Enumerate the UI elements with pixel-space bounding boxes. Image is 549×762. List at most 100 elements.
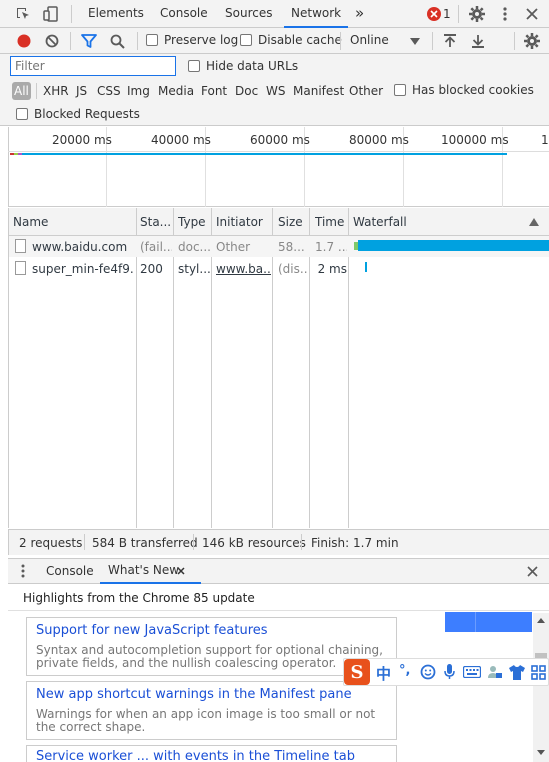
filter-type-img[interactable]: Img <box>127 84 150 98</box>
kebab-menu-icon[interactable] <box>497 5 513 23</box>
overview-request-bar <box>10 153 507 155</box>
user-skin-icon[interactable] <box>486 663 504 681</box>
column-header-time[interactable]: Time <box>315 208 347 236</box>
export-har-icon[interactable] <box>470 32 486 50</box>
sogou-logo-icon[interactable]: S <box>344 659 370 685</box>
feature-card[interactable]: New app shortcut warnings in the Manifes… <box>26 681 397 740</box>
filter-type-xhr[interactable]: XHR <box>43 84 69 98</box>
column-header-type[interactable]: Type <box>178 208 210 236</box>
preserve-log-checkbox[interactable] <box>146 34 158 46</box>
throttling-select[interactable]: Online <box>350 33 389 47</box>
filter-type-media[interactable]: Media <box>158 84 194 98</box>
network-settings-gear-icon[interactable] <box>523 32 541 50</box>
divider <box>84 534 85 550</box>
card-title-link[interactable]: Service worker ... with events in the Ti… <box>36 749 355 762</box>
divider <box>193 534 194 550</box>
clear-icon[interactable] <box>44 33 60 49</box>
divider <box>458 5 459 23</box>
status-transferred: 584 B transferred <box>92 536 198 550</box>
divider <box>71 5 72 23</box>
tab-elements[interactable]: Elements <box>88 0 144 28</box>
filter-type-font[interactable]: Font <box>201 84 227 98</box>
card-title-link[interactable]: Support for new JavaScript features <box>36 623 268 638</box>
feature-card[interactable]: Support for new JavaScript features Synt… <box>26 617 397 676</box>
filter-type-all[interactable]: All <box>14 84 29 98</box>
close-drawer-icon[interactable] <box>524 563 540 579</box>
divider <box>432 32 433 50</box>
drawer-menu-icon[interactable] <box>18 563 28 579</box>
tab-sources[interactable]: Sources <box>225 0 272 28</box>
filter-input[interactable] <box>10 56 176 76</box>
overview-tick-label: 20000 ms <box>52 133 112 147</box>
filter-type-ws[interactable]: WS <box>266 84 285 98</box>
filter-type-doc[interactable]: Doc <box>235 84 258 98</box>
filter-funnel-icon[interactable] <box>80 33 98 49</box>
divider <box>475 612 476 632</box>
dropdown-arrow-icon[interactable] <box>408 34 422 48</box>
card-title-link[interactable]: New app shortcut warnings in the Manifes… <box>36 687 352 702</box>
divider <box>340 32 341 50</box>
filter-type-js[interactable]: JS <box>76 84 87 98</box>
settings-gear-icon[interactable] <box>468 5 486 23</box>
device-toolbar-icon[interactable] <box>42 5 60 23</box>
error-icon[interactable] <box>427 7 441 21</box>
blocked-requests-label[interactable]: Blocked Requests <box>34 107 140 121</box>
filter-type-other[interactable]: Other <box>349 84 383 98</box>
tshirt-skin-icon[interactable] <box>508 663 526 681</box>
disable-cache-checkbox[interactable] <box>240 34 252 46</box>
row-name[interactable]: super_min-fe4f9... <box>32 262 134 276</box>
has-blocked-cookies-checkbox[interactable] <box>394 84 406 96</box>
tab-console[interactable]: Console <box>160 0 208 28</box>
inspect-element-icon[interactable] <box>14 6 32 22</box>
scroll-down-arrow-icon[interactable] <box>535 746 547 758</box>
blocked-requests-checkbox[interactable] <box>16 108 28 120</box>
row-status: 200 <box>140 262 163 276</box>
column-header-size[interactable]: Size <box>278 208 308 236</box>
search-icon[interactable] <box>108 32 126 50</box>
column-header-waterfall[interactable]: Waterfall <box>353 208 453 236</box>
column-header-initiator[interactable]: Initiator <box>216 208 271 236</box>
scroll-up-arrow-icon[interactable] <box>535 614 547 626</box>
close-tab-icon[interactable] <box>175 565 187 577</box>
ime-language-toggle[interactable]: 中 <box>376 663 391 684</box>
waterfall-bar <box>365 262 367 272</box>
feature-card[interactable]: Service worker ... with events in the Ti… <box>26 745 397 762</box>
record-button[interactable] <box>16 33 32 49</box>
card-description: Warnings for when an app icon image is t… <box>36 707 376 734</box>
tab-network[interactable]: Network <box>284 0 349 28</box>
overview-tick-label: 100000 ms <box>441 133 509 147</box>
emoji-icon[interactable] <box>419 663 437 681</box>
close-devtools-icon[interactable] <box>523 5 541 23</box>
overview-tick-label: 40000 ms <box>151 133 211 147</box>
devtools-main-tabbar <box>0 0 549 28</box>
column-header-status[interactable]: Sta... <box>140 208 172 236</box>
overview-tick-label: 80000 ms <box>349 133 409 147</box>
sort-ascending-icon[interactable] <box>528 216 540 228</box>
has-blocked-cookies-label[interactable]: Has blocked cookies <box>412 83 534 97</box>
filter-type-manifest[interactable]: Manifest <box>293 84 344 98</box>
hide-data-urls-checkbox[interactable] <box>188 60 200 72</box>
divider <box>36 83 37 99</box>
row-name[interactable]: www.baidu.com <box>32 240 134 254</box>
microphone-icon[interactable] <box>442 663 456 681</box>
ime-punctuation-toggle[interactable]: °, <box>399 663 410 678</box>
card-description: Syntax and autocompletion support for op… <box>36 643 383 670</box>
whats-new-highlights: Highlights from the Chrome 85 update <box>23 591 255 605</box>
document-file-icon <box>15 239 26 253</box>
column-header-name[interactable]: Name <box>13 208 133 236</box>
more-tabs-icon[interactable]: » <box>355 0 364 28</box>
row-initiator: Other <box>216 240 251 254</box>
row-initiator-link[interactable]: www.ba... <box>216 262 271 276</box>
scrollbar-track[interactable] <box>533 613 549 762</box>
filter-type-css[interactable]: CSS <box>97 84 121 98</box>
preserve-log-label[interactable]: Preserve log <box>164 33 238 47</box>
row-size: (dis... <box>278 262 308 276</box>
toolbox-grid-icon[interactable] <box>529 663 547 681</box>
keyboard-icon[interactable] <box>462 664 482 680</box>
error-count[interactable]: 1 <box>443 7 451 21</box>
disable-cache-label[interactable]: Disable cache <box>258 33 342 47</box>
video-thumbnail[interactable] <box>445 612 532 632</box>
drawer-tab-console[interactable]: Console <box>46 558 94 584</box>
hide-data-urls-label[interactable]: Hide data URLs <box>206 59 298 73</box>
import-har-icon[interactable] <box>442 32 458 50</box>
